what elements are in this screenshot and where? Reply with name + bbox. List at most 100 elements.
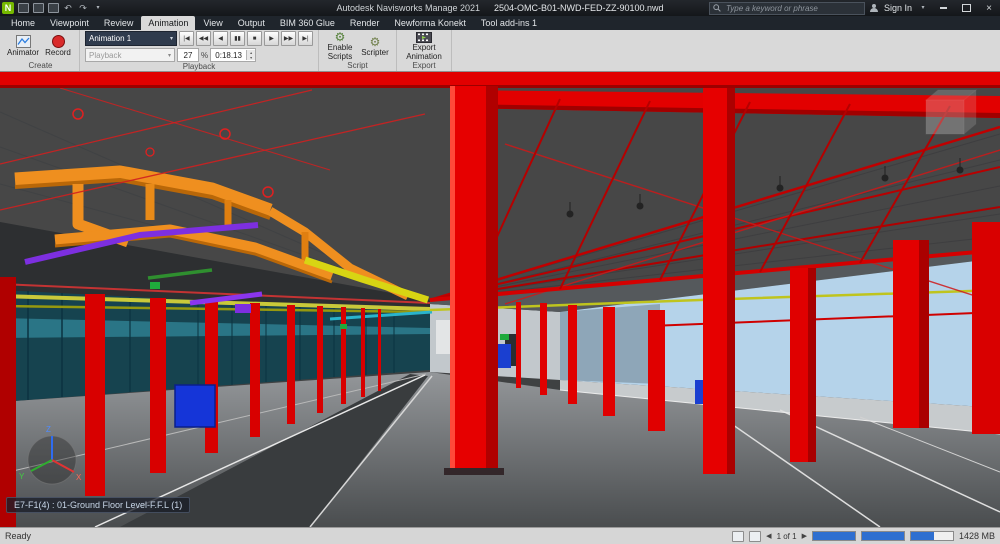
step-forward-button[interactable]: ▶▶: [281, 31, 296, 46]
document-name: 2504-OMC-B01-NWD-FED-ZZ-90100.nwd: [494, 3, 664, 13]
animator-button[interactable]: Animator: [7, 32, 39, 61]
tab-output[interactable]: Output: [231, 16, 272, 30]
ribbon-group-create: Animator Record Create: [2, 30, 80, 71]
quick-access-caret-icon[interactable]: ▾: [92, 3, 104, 14]
open-icon-glyph: [17, 3, 29, 13]
enable-scripts-label-1: Enable: [327, 43, 353, 52]
save-icon[interactable]: [32, 3, 44, 14]
animation-select-value: Animation 1: [89, 34, 132, 43]
play-button[interactable]: ▶: [264, 31, 279, 46]
previous-sheet-button[interactable]: ◀: [766, 532, 771, 540]
redo-icon[interactable]: ↷: [77, 3, 89, 14]
playback-position-value: Playback: [89, 50, 122, 60]
navisworks-logo-icon[interactable]: N: [2, 2, 14, 14]
print-icon[interactable]: [47, 3, 59, 14]
undo-icon[interactable]: ↶: [62, 3, 74, 14]
disk-progress-bar: [860, 531, 905, 541]
ribbon-group-playback: Animation 1 ▾ |◀ ◀◀ ◀ ▮▮ ■ ▶ ▶▶ ▶| Playb…: [80, 30, 319, 71]
print-icon-glyph: [47, 3, 59, 13]
record-label: Record: [45, 48, 71, 57]
search-icon: [713, 4, 721, 12]
ribbon: Animator Record Create Animation 1 ▾ |◀ …: [0, 30, 1000, 72]
group-label-create: Create: [28, 61, 53, 70]
step-back-button[interactable]: ◀◀: [196, 31, 211, 46]
percent-icon: %: [201, 50, 209, 60]
pencil-progress-bar: [811, 531, 856, 541]
ribbon-group-script: ⚙ Enable Scripts ⚙ Scripter Script: [319, 30, 397, 71]
film-strip-icon: [416, 31, 432, 43]
3d-viewport[interactable]: Z X Y E7-F1(4) : 01-Ground Floor Level-F…: [0, 72, 1000, 527]
minimize-button[interactable]: [934, 1, 952, 15]
scripter-label: Scripter: [361, 47, 389, 57]
tab-review[interactable]: Review: [97, 16, 141, 30]
tab-render[interactable]: Render: [343, 16, 387, 30]
axis-x-label: X: [76, 473, 82, 482]
export-animation-button[interactable]: Export Animation: [402, 31, 446, 61]
animator-label: Animator: [7, 48, 40, 57]
maximize-button[interactable]: [957, 1, 975, 15]
export-animation-label-2: Animation: [406, 51, 442, 61]
sign-in-button[interactable]: Sign In: [884, 3, 912, 13]
group-label-script: Script: [347, 61, 368, 70]
time-position-value: 0:18.13: [215, 50, 242, 60]
view-cube[interactable]: [924, 88, 978, 136]
spin-down-icon[interactable]: ▾: [247, 55, 256, 60]
export-animation-label-1: Export: [412, 42, 436, 52]
axis-z-label: Z: [46, 425, 51, 434]
user-icon: [870, 3, 879, 13]
go-to-end-button[interactable]: ▶|: [298, 31, 313, 46]
stop-button[interactable]: ■: [247, 31, 262, 46]
close-button[interactable]: ×: [980, 1, 998, 15]
record-icon: [51, 35, 65, 48]
sheet-page-indicator: 1 of 1: [776, 531, 797, 541]
model-canvas[interactable]: Z X Y: [0, 72, 1000, 527]
open-icon[interactable]: [17, 3, 29, 14]
tab-home[interactable]: Home: [4, 16, 42, 30]
animator-icon: [15, 35, 31, 48]
tab-newforma-konekt[interactable]: Newforma Konekt: [387, 16, 473, 30]
navisworks-window: N ↶ ↷ ▾ Autodesk Navisworks Manage 2021 2…: [0, 0, 1000, 544]
scripter-button[interactable]: ⚙ Scripter: [359, 32, 391, 61]
status-bar: Ready ◀ 1 of 1 ▶ 1428 MB: [0, 527, 1000, 544]
tab-bim-360-glue[interactable]: BIM 360 Glue: [273, 16, 342, 30]
chevron-down-icon: ▾: [167, 52, 171, 59]
tab-animation[interactable]: Animation: [141, 16, 196, 30]
status-ready-text: Ready: [5, 531, 32, 541]
group-label-export: Export: [412, 61, 436, 70]
title-bar: N ↶ ↷ ▾ Autodesk Navisworks Manage 2021 2…: [0, 0, 1000, 16]
playback-position-select[interactable]: Playback ▾: [85, 48, 175, 62]
pause-button[interactable]: ▮▮: [230, 31, 245, 46]
time-position-input[interactable]: 0:18.13 ▴ ▾: [210, 48, 257, 62]
tab-view[interactable]: View: [196, 16, 229, 30]
selection-tooltip: E7-F1(4) : 01-Ground Floor Level-F.F.L (…: [6, 497, 191, 513]
enable-scripts-label-2: Scripts: [327, 52, 353, 61]
minimize-icon: [939, 7, 947, 9]
logo-letter: N: [4, 3, 12, 13]
sign-in-caret-icon[interactable]: ▾: [917, 3, 929, 14]
sheet-browser-icon[interactable]: [732, 530, 745, 542]
gear-icon: ⚙: [334, 30, 346, 44]
search-input[interactable]: [723, 2, 861, 14]
tab-tool-add-ins[interactable]: Tool add-ins 1: [474, 16, 544, 30]
maximize-icon: [961, 4, 971, 12]
record-button[interactable]: Record: [42, 32, 74, 61]
save-icon-glyph: [32, 3, 44, 13]
tab-viewpoint[interactable]: Viewpoint: [43, 16, 96, 30]
memory-indicator: 1428 MB: [958, 531, 995, 541]
frame-input[interactable]: 27: [177, 48, 199, 62]
enable-scripts-button[interactable]: ⚙ Enable Scripts: [324, 30, 356, 61]
search-box[interactable]: [708, 1, 865, 15]
chevron-down-icon: ▾: [169, 36, 173, 42]
axis-y-label: Y: [19, 472, 25, 481]
ribbon-group-export: Export Animation Export: [397, 30, 452, 71]
ribbon-empty-space: [452, 30, 1000, 71]
go-to-start-button[interactable]: |◀: [179, 31, 194, 46]
gear-icon: ⚙: [369, 34, 381, 49]
group-label-playback: Playback: [182, 62, 216, 71]
play-reverse-button[interactable]: ◀: [213, 31, 228, 46]
animation-select[interactable]: Animation 1 ▾: [85, 31, 177, 46]
time-spinner[interactable]: ▴ ▾: [246, 50, 256, 60]
app-name: Autodesk Navisworks Manage 2021: [336, 3, 481, 13]
sheet-list-icon[interactable]: [749, 530, 762, 542]
next-sheet-button[interactable]: ▶: [802, 532, 807, 540]
